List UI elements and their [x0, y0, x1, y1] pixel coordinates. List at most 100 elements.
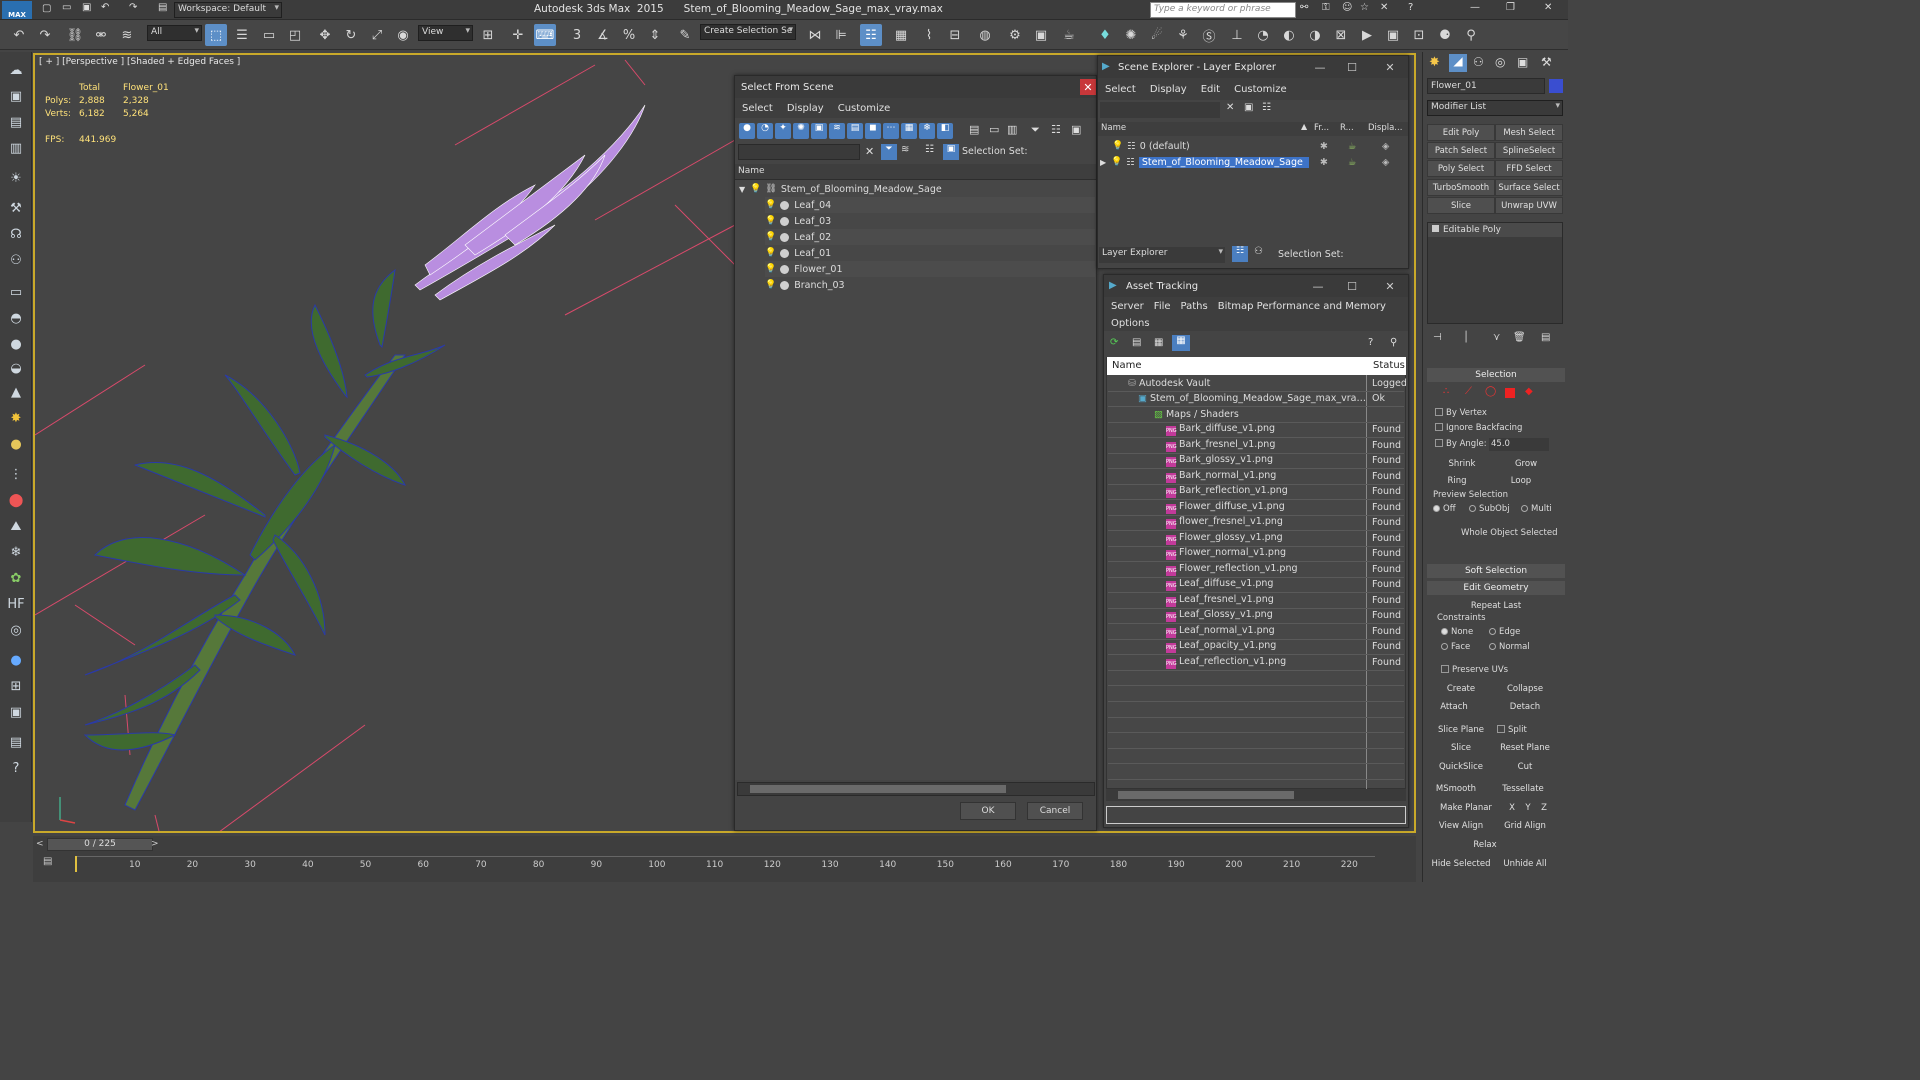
close-icon[interactable]: ✕	[1382, 278, 1398, 294]
selection-filter-dropdown[interactable]: All	[147, 25, 202, 41]
spline-select-button[interactable]: SplineSelect	[1495, 142, 1563, 159]
maximize-icon[interactable]: ☐	[1344, 278, 1360, 294]
detach-button[interactable]: Detach	[1493, 698, 1557, 715]
vray-sphere-icon[interactable]: ◔	[1252, 24, 1274, 46]
vertex-mode-icon[interactable]: ∴	[1443, 386, 1449, 397]
motion-tab-icon[interactable]: ◎	[1495, 55, 1505, 69]
tool-7-icon[interactable]: ☊	[5, 224, 27, 244]
render-teapot-icon[interactable]: ☕	[1348, 141, 1357, 152]
element-mode-icon[interactable]: ◆	[1525, 386, 1533, 397]
menu-options[interactable]: Options	[1106, 318, 1155, 329]
ignore-backfacing-checkbox[interactable]: Ignore Backfacing	[1435, 423, 1522, 433]
tree-item[interactable]: 💡 Branch_03	[765, 277, 1095, 293]
freeze-icon[interactable]: ✱	[1320, 141, 1328, 152]
close-icon[interactable]: ✕	[1544, 2, 1552, 13]
snap-toggle-icon[interactable]: 3	[566, 24, 588, 46]
expand-icon[interactable]: ▶	[1100, 158, 1106, 167]
layer-explorer-icon[interactable]: ☷	[860, 24, 882, 46]
selection-rollout[interactable]: Selection	[1427, 368, 1565, 382]
tool-11-icon[interactable]: ●	[5, 334, 27, 354]
vray-material-icon[interactable]: ▶	[1356, 24, 1378, 46]
stack-item[interactable]: Editable Poly	[1428, 223, 1562, 237]
vray-plane-icon[interactable]: ⊥	[1226, 24, 1248, 46]
split-checkbox[interactable]: Split	[1497, 725, 1527, 735]
tool-10-icon[interactable]: ◓	[5, 308, 27, 328]
vray-toolbar-icon[interactable]: ⊡	[1408, 24, 1430, 46]
unhide-all-button[interactable]: Unhide All	[1493, 855, 1557, 872]
tool-12-icon[interactable]: ◒	[5, 358, 27, 378]
track-bar-icon[interactable]: ▤	[43, 856, 52, 867]
refresh-icon[interactable]: ⟳	[1110, 337, 1118, 348]
create-icon[interactable]: ☁	[5, 60, 27, 80]
make-planar-y-button[interactable]: Y	[1521, 799, 1535, 816]
sort-icon[interactable]: ▣	[1071, 123, 1081, 136]
maximize-icon[interactable]: ☐	[1344, 59, 1360, 75]
grid-align-button[interactable]: Grid Align	[1493, 817, 1557, 834]
display-all-icon[interactable]: ▤	[969, 123, 979, 136]
percent-snap-icon[interactable]: %	[618, 24, 640, 46]
place-icon[interactable]: ◉	[392, 24, 414, 46]
slice-modifier-button[interactable]: Slice	[1427, 197, 1495, 214]
utilities-tab-icon[interactable]: ⚒	[1541, 55, 1552, 69]
asset-file-row[interactable]: PNG Leaf_reflection_v1.png Found	[1108, 655, 1404, 671]
hide-selected-button[interactable]: Hide Selected	[1429, 855, 1493, 872]
edit-poly-button[interactable]: Edit Poly	[1427, 124, 1495, 141]
reference-coord-dropdown[interactable]: View	[418, 25, 473, 41]
tessellate-button[interactable]: Tessellate	[1493, 780, 1553, 797]
horizontal-scrollbar[interactable]	[737, 782, 1095, 796]
hierarchy-icon[interactable]: ≋	[901, 144, 909, 155]
scale-icon[interactable]: ⤢	[366, 24, 388, 46]
msmooth-button[interactable]: MSmooth	[1431, 780, 1481, 797]
modifier-stack[interactable]: Editable Poly	[1427, 222, 1563, 324]
poly-select-button[interactable]: Poly Select	[1427, 160, 1495, 177]
turbosmooth-button[interactable]: TurboSmooth	[1427, 179, 1495, 196]
vray-ipr-icon[interactable]: ⊠	[1330, 24, 1352, 46]
filter-cameras-icon[interactable]: ✺	[793, 123, 809, 139]
stack-bulb-icon[interactable]	[1432, 225, 1439, 232]
clear-search-icon[interactable]: ✕	[865, 145, 874, 158]
asset-file-row[interactable]: PNG Flower_normal_v1.png Found	[1108, 547, 1404, 562]
close-icon[interactable]: ✕	[1382, 59, 1398, 75]
unlink-icon[interactable]: ⚮	[90, 24, 112, 46]
asset-file-row[interactable]: PNG flower_fresnel_v1.png Found	[1108, 516, 1404, 531]
attach-button[interactable]: Attach	[1431, 698, 1477, 715]
ok-button[interactable]: OK	[960, 802, 1016, 820]
mesh-select-button[interactable]: Mesh Select	[1495, 124, 1563, 141]
tool-3-icon[interactable]: ▤	[5, 112, 27, 132]
modify-tab-icon[interactable]: ◢	[1449, 54, 1467, 72]
scene-search-field[interactable]	[1100, 102, 1220, 118]
save-icon[interactable]: ▣	[82, 2, 91, 13]
filter-containers-icon[interactable]: ▦	[901, 123, 917, 139]
angle-spinner[interactable]: 45.0	[1489, 438, 1549, 451]
pin-icon[interactable]: ⚲	[1390, 337, 1397, 348]
menu-paths[interactable]: Paths	[1176, 301, 1213, 312]
object-name-field[interactable]: Flower_01	[1427, 78, 1545, 94]
edge-mode-icon[interactable]: ⟋	[1465, 386, 1472, 397]
user-icon[interactable]: ☺	[1342, 2, 1352, 13]
clear-search-icon[interactable]: ✕	[1226, 102, 1234, 113]
asset-file-row[interactable]: PNG Bark_glossy_v1.png Found	[1108, 454, 1404, 469]
col-status[interactable]: Status	[1373, 360, 1405, 371]
path-field[interactable]	[1106, 806, 1406, 824]
patch-select-button[interactable]: Patch Select	[1427, 142, 1495, 159]
new-layer-icon[interactable]: ▣	[1244, 102, 1253, 113]
angle-snap-icon[interactable]: ∡	[592, 24, 614, 46]
tool-21-icon[interactable]: HF	[5, 594, 27, 614]
time-slider-prev-icon[interactable]: <	[36, 839, 44, 849]
asset-file-row[interactable]: PNG Bark_fresnel_v1.png Found	[1108, 438, 1404, 454]
schematic-view-icon[interactable]: ⊟	[944, 24, 966, 46]
named-selection-sets-dropdown[interactable]: Create Selection Se	[700, 24, 796, 40]
spinner-snap-icon[interactable]: ⇕	[644, 24, 666, 46]
tool-24-icon[interactable]: ⊞	[5, 676, 27, 696]
edit-geometry-rollout[interactable]: Edit Geometry	[1427, 581, 1565, 595]
by-angle-checkbox[interactable]: By Angle:	[1435, 439, 1487, 449]
relax-button[interactable]: Relax	[1463, 836, 1507, 853]
tree-root[interactable]: ▼ 💡 ⛓ Stem_of_Blooming_Meadow_Sage	[739, 181, 942, 197]
render-teapot-icon[interactable]: ☕	[1348, 157, 1357, 168]
view-align-button[interactable]: View Align	[1431, 817, 1491, 834]
select-by-name-icon[interactable]: ☰	[231, 24, 253, 46]
constraint-normal-radio[interactable]: Normal	[1489, 642, 1530, 652]
asset-file-row[interactable]: PNG Leaf_fresnel_v1.png Found	[1108, 593, 1404, 609]
tree-item[interactable]: 💡 Leaf_02	[765, 229, 1095, 245]
tree-item[interactable]: 💡 Leaf_03	[765, 213, 1095, 229]
